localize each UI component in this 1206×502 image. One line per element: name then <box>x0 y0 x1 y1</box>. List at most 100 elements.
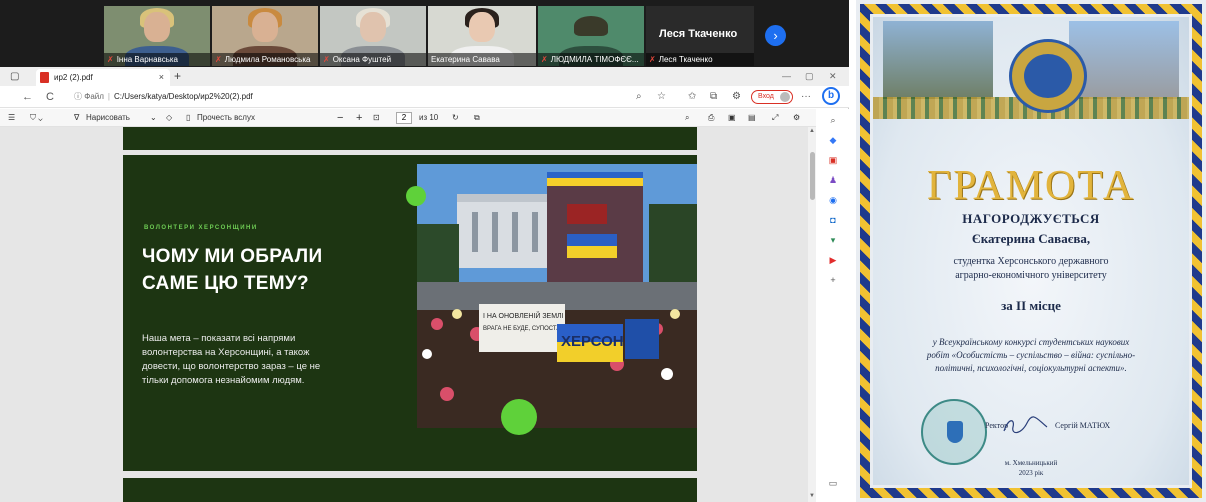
campus-photo-right <box>1069 21 1179 99</box>
slide-page-prev <box>123 127 697 150</box>
certificate-contest-line: робіт «Особистість – суспільство – війна… <box>926 350 1136 360</box>
outlook-icon[interactable]: ◘ <box>827 214 839 226</box>
shopping-tag-icon[interactable]: ◆ <box>827 134 839 146</box>
mic-muted-icon: ✗ <box>541 55 548 64</box>
close-window-button[interactable]: ✕ <box>829 67 837 86</box>
tab-pdf[interactable]: ир2 (2).pdf × <box>36 69 170 86</box>
zoom-in-button[interactable]: + <box>356 109 362 127</box>
scrollbar-thumb[interactable] <box>810 152 815 200</box>
draw-icon[interactable]: ∇ <box>74 109 79 127</box>
pdf-viewer[interactable]: ВОЛОНТЕРИ ХЕРСОНЩИНИ ЧОМУ МИ ОБРАЛИ САМЕ… <box>0 127 816 502</box>
slide-body-line: тільки допомога незнайомим людям. <box>142 375 305 386</box>
sign-in-button[interactable]: Вход <box>751 90 793 104</box>
participant-tile[interactable]: ✗ Оксана Фуштей <box>320 6 426 66</box>
rector-name: Сергій МАТЮХ <box>1055 421 1111 430</box>
photo-sign-kherson: ХЕРСОН <box>561 333 624 350</box>
search-icon[interactable]: ⌕ <box>636 86 642 108</box>
certificate-image: ГРАМОТА НАГОРОДЖУЄТЬСЯ Єкатерина Саваєва… <box>856 0 1206 502</box>
save-as-icon[interactable]: ▤ <box>748 109 756 127</box>
drop-icon[interactable]: ▾ <box>827 234 839 246</box>
certificate-place: за II місце <box>1001 298 1061 313</box>
participant-name: ✗ Інна Варнавська <box>104 53 210 66</box>
save-icon[interactable]: ▣ <box>728 109 736 127</box>
photo-sign-text-2: ВРАГА НЕ БУДЕ, СУПОСТАТА <box>483 326 567 332</box>
print-icon[interactable]: ⎙ <box>708 109 714 127</box>
mic-muted-icon: ✗ <box>649 55 656 64</box>
add-sidebar-app-icon[interactable]: + <box>827 274 839 286</box>
slide-photo: І НА ОНОВЛЕНІЙ ЗЕМЛІ ВРАГА НЕ БУДЕ, СУПО… <box>417 164 697 428</box>
scroll-down-icon[interactable]: ▼ <box>809 493 815 499</box>
avatar <box>780 92 790 102</box>
tools-icon[interactable]: ▣ <box>827 154 839 166</box>
rotate-icon[interactable]: ↻ <box>452 109 459 127</box>
slide-page: ВОЛОНТЕРИ ХЕРСОНЩИНИ ЧОМУ МИ ОБРАЛИ САМЕ… <box>123 155 697 471</box>
certificate-title: ГРАМОТА <box>926 163 1136 209</box>
more-menu-button[interactable]: ··· <box>801 86 811 108</box>
draw-dropdown-icon[interactable]: ⌄ <box>150 109 157 127</box>
participant-tile[interactable]: Екатерина Савава <box>428 6 536 66</box>
new-tab-button[interactable]: + <box>174 67 181 86</box>
minimize-button[interactable]: — <box>782 67 791 86</box>
search-pdf-icon[interactable]: ⌕ <box>685 109 689 127</box>
contents-icon[interactable]: ☰ <box>8 109 15 127</box>
pdf-toolbar: ☰ ⛉ ⌄ ∇ Нарисовать ⌄ ◇ ▯ Прочесть вслух … <box>0 109 816 127</box>
maximize-button[interactable]: ▢ <box>805 67 814 86</box>
slide-page-next <box>123 478 697 502</box>
certificate-city: м. Хмельницький <box>1004 459 1058 467</box>
microsoft-365-icon[interactable]: ◉ <box>827 194 839 206</box>
certificate-contest-line: у Всеукраїнському конкурсі студентських … <box>932 337 1130 347</box>
address-field[interactable]: ⓘ Файл | C:/Users/katya/Desktop/ир2%20(2).… <box>66 89 676 105</box>
fullscreen-icon[interactable]: ⤢ <box>772 109 778 127</box>
page-count: из 10 <box>419 113 439 122</box>
collections-icon[interactable]: ⧉ <box>710 86 717 108</box>
eraser-icon[interactable]: ◇ <box>166 109 172 127</box>
campus-photo-left <box>883 21 993 99</box>
participant-name: ✗ Людмила Романовська <box>212 53 318 66</box>
certificate-desc-line: студентка Херсонського державного <box>953 256 1109 267</box>
zoom-out-button[interactable]: − <box>337 109 343 127</box>
favorites-icon[interactable]: ✩ <box>688 86 696 108</box>
participant-tile[interactable]: ✗ Інна Варнавська <box>104 6 210 66</box>
slide-headline-line-1: ЧОМУ МИ ОБРАЛИ <box>142 246 323 267</box>
slide-decor-dot <box>406 186 426 206</box>
refresh-button[interactable]: C <box>46 86 54 108</box>
extensions-icon[interactable]: ⚙ <box>732 86 741 108</box>
certificate-awarded: НАГОРОДЖУЄТЬСЯ <box>962 211 1100 226</box>
address-bar-row: ← C ⓘ Файл | C:/Users/katya/Desktop/ир2%20… <box>0 86 849 108</box>
tab-actions-icon[interactable]: ▢ <box>10 67 19 86</box>
read-aloud-button[interactable]: Прочесть вслух <box>197 109 255 127</box>
settings-gear-icon[interactable]: ⚙ <box>793 109 800 127</box>
search-icon[interactable]: ⌕ <box>827 114 839 126</box>
university-emblem <box>1009 39 1087 113</box>
scroll-up-icon[interactable]: ▲ <box>809 128 815 134</box>
read-aloud-icon[interactable]: ▯ <box>186 109 190 127</box>
sidebar-layout-icon[interactable]: ▭ <box>827 477 839 489</box>
fit-page-icon[interactable]: ⊡ <box>373 109 380 127</box>
page-view-icon[interactable]: ⧉ <box>474 109 480 127</box>
certificate-contest-line: політичні, психологічні, соціокультурні … <box>935 363 1127 373</box>
draw-button[interactable]: Нарисовать <box>86 109 130 127</box>
highlight-icon[interactable]: ⛉ ⌄ <box>30 109 43 127</box>
close-tab-button[interactable]: × <box>159 69 164 86</box>
games-icon[interactable]: ♟ <box>827 174 839 186</box>
youtube-icon[interactable]: ▶ <box>827 254 839 266</box>
browser-window: ▢ ир2 (2).pdf × + — ▢ ✕ ← C ⓘ Файл | C:/Us… <box>0 67 849 502</box>
tab-title: ир2 (2).pdf <box>54 73 93 82</box>
info-icon: ⓘ <box>74 92 82 101</box>
mic-muted-icon: ✗ <box>323 55 330 64</box>
slide-decor-dot <box>501 399 537 435</box>
bing-copilot-icon[interactable]: b <box>822 87 840 105</box>
back-button[interactable]: ← <box>22 86 33 108</box>
next-page-button[interactable]: › <box>765 25 786 46</box>
slide-body-line: волонтерства на Херсонщині, а також <box>142 347 310 358</box>
slide-body-line: Наша мета – показати всі напрями <box>142 333 296 344</box>
participant-name: ✗ ЛЮДМИЛА ТІМОФЄЄ... <box>538 53 644 66</box>
page-number-input[interactable]: 2 <box>396 112 412 124</box>
certificate-paper: ГРАМОТА НАГОРОДЖУЄТЬСЯ Єкатерина Саваєва… <box>873 17 1189 485</box>
mic-muted-icon: ✗ <box>107 55 114 64</box>
favorite-star-icon[interactable]: ☆ <box>657 86 666 108</box>
signature-icon <box>1003 416 1048 434</box>
mic-muted-icon: ✗ <box>215 55 222 64</box>
participant-tile[interactable]: ✗ ЛЮДМИЛА ТІМОФЄЄ... <box>538 6 644 66</box>
participant-tile[interactable]: ✗ Людмила Романовська <box>212 6 318 66</box>
